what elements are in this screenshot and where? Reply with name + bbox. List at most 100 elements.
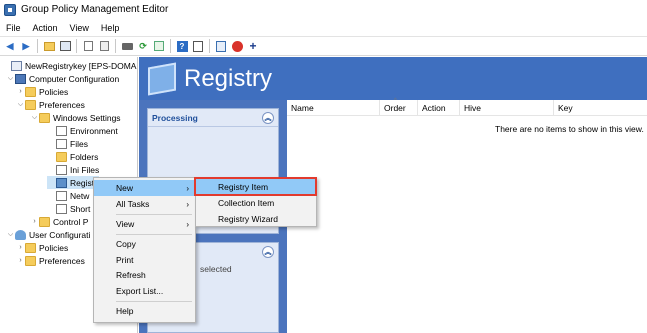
tree-label: Preferences xyxy=(39,255,85,266)
highlight-box xyxy=(194,177,317,196)
column-header-name[interactable]: Name xyxy=(287,99,380,116)
menu-view[interactable]: View xyxy=(64,23,95,33)
tree-label: Ini Files xyxy=(70,164,100,175)
chevron-down-icon[interactable]: ⌵ xyxy=(6,231,15,239)
tree-label: User Configurati xyxy=(29,229,91,240)
tree-item-files[interactable]: Files xyxy=(47,137,88,150)
registry-icon xyxy=(148,62,176,95)
environment-icon xyxy=(56,125,67,136)
tree-item-preferences[interactable]: ⌵ Preferences xyxy=(16,98,85,111)
tree-item-user-preferences[interactable]: › Preferences xyxy=(16,254,85,267)
folder-icon xyxy=(39,216,50,227)
toolbar-separator xyxy=(76,39,77,53)
folder-icon xyxy=(25,242,36,253)
folder-icon xyxy=(56,151,67,162)
chevron-down-icon[interactable]: ⌵ xyxy=(30,114,39,122)
print-icon[interactable] xyxy=(120,39,134,53)
tree-item-shortcuts[interactable]: Short xyxy=(47,202,90,215)
process-icon[interactable] xyxy=(214,39,228,53)
gpo-icon xyxy=(11,60,22,71)
tree-item-control-panel[interactable]: › Control P xyxy=(30,215,88,228)
chevron-right-icon: › xyxy=(186,183,189,193)
export-icon[interactable] xyxy=(152,39,166,53)
menu-item-help[interactable]: Help xyxy=(94,303,195,319)
properties-icon[interactable] xyxy=(191,39,205,53)
tree-item-registry[interactable]: Regist xyxy=(47,176,99,189)
menu-file[interactable]: File xyxy=(0,23,27,33)
banner-title: Registry xyxy=(184,64,273,92)
registry-banner: Registry xyxy=(139,57,647,100)
file-icon xyxy=(56,138,67,149)
tree-item-policies[interactable]: › Policies xyxy=(16,85,68,98)
tree-item-windows-settings[interactable]: ⌵ Windows Settings xyxy=(30,111,121,124)
menu-item-registry-wizard[interactable]: Registry Wizard xyxy=(196,211,316,227)
empty-list-message: There are no items to show in this view. xyxy=(495,124,644,134)
menu-item-copy[interactable]: Copy xyxy=(94,236,195,252)
tree-item-environment[interactable]: Environment xyxy=(47,124,118,137)
registry-icon xyxy=(56,177,67,188)
chevron-right-icon[interactable]: › xyxy=(30,218,39,225)
title-bar: Group Policy Management Editor xyxy=(0,0,647,19)
window-title: Group Policy Management Editor xyxy=(21,4,169,15)
menu-item-export-list[interactable]: Export List... xyxy=(94,283,195,299)
tree-label: Short xyxy=(70,203,91,214)
stop-icon[interactable] xyxy=(230,39,244,53)
list-header: Name ^ Order Action Hive Key xyxy=(287,98,647,116)
menu-separator xyxy=(116,301,192,302)
chevron-right-icon[interactable]: › xyxy=(16,257,25,264)
menu-item-refresh[interactable]: Refresh xyxy=(94,267,195,283)
add-icon[interactable]: + xyxy=(246,39,260,53)
toolbar-separator xyxy=(115,39,116,53)
column-header-key[interactable]: Key xyxy=(554,100,647,116)
menu-item-print[interactable]: Print xyxy=(94,252,195,268)
chevron-right-icon[interactable]: › xyxy=(16,88,25,95)
forward-arrow-icon[interactable]: ▶ xyxy=(19,39,33,53)
refresh-icon[interactable]: ⟳ xyxy=(136,39,150,53)
toolbar-separator xyxy=(209,39,210,53)
tree-label: Regist xyxy=(70,177,95,188)
up-folder-icon[interactable] xyxy=(42,39,56,53)
chevron-down-icon[interactable]: ⌵ xyxy=(16,101,25,109)
tree-label: Folders xyxy=(70,151,99,162)
context-menu: New › All Tasks › View › Copy Print Refresh… xyxy=(93,177,196,323)
tree-item-root[interactable]: NewRegistrykey [EPS-DOMAIN. xyxy=(2,59,137,72)
menu-item-new[interactable]: New › xyxy=(94,180,195,196)
show-hide-tree-icon[interactable] xyxy=(58,39,72,53)
menu-separator xyxy=(116,234,192,235)
tree-label: Policies xyxy=(39,86,69,97)
tree-label: Preferences xyxy=(39,99,85,110)
back-arrow-icon[interactable]: ◀ xyxy=(3,39,17,53)
collapse-icon[interactable]: ︽ xyxy=(262,111,274,124)
tree-label: Netw xyxy=(70,190,90,201)
tree-label: Files xyxy=(70,138,88,149)
tree-item-computer-configuration[interactable]: ⌵ Computer Configuration xyxy=(6,72,119,85)
folder-icon xyxy=(25,86,36,97)
tree-item-ini-files[interactable]: Ini Files xyxy=(47,163,99,176)
tree-label: Windows Settings xyxy=(53,112,121,123)
column-header-hive[interactable]: Hive xyxy=(460,99,554,116)
toolbar: ◀ ▶ ⟳ ? + xyxy=(0,36,647,56)
tree-item-network-shares[interactable]: Netw xyxy=(47,189,89,202)
menu-item-view[interactable]: View › xyxy=(94,216,195,232)
computer-icon xyxy=(15,73,26,84)
menu-help[interactable]: Help xyxy=(95,23,126,33)
help-icon[interactable]: ? xyxy=(175,39,189,53)
paste-icon[interactable] xyxy=(97,39,111,53)
tree-item-user-policies[interactable]: › Policies xyxy=(16,241,68,254)
menu-item-all-tasks[interactable]: All Tasks › xyxy=(94,196,195,212)
copy-icon[interactable] xyxy=(81,39,95,53)
menu-item-collection-item[interactable]: Collection Item xyxy=(196,195,316,211)
column-header-action[interactable]: Action xyxy=(418,99,460,116)
processing-title: Processing xyxy=(152,112,198,123)
processing-header: Processing ︽ xyxy=(148,109,278,127)
toolbar-separator xyxy=(170,39,171,53)
chevron-down-icon[interactable]: ⌵ xyxy=(6,75,15,83)
column-header-order[interactable]: ^ Order xyxy=(380,98,418,116)
shortcut-icon xyxy=(56,203,67,214)
tree-item-user-configuration[interactable]: ⌵ User Configurati xyxy=(6,228,90,241)
tree-item-folders[interactable]: Folders xyxy=(47,150,98,163)
folder-icon xyxy=(39,112,50,123)
chevron-right-icon[interactable]: › xyxy=(16,244,25,251)
collapse-icon[interactable]: ︽ xyxy=(262,246,274,258)
menu-action[interactable]: Action xyxy=(27,23,64,33)
